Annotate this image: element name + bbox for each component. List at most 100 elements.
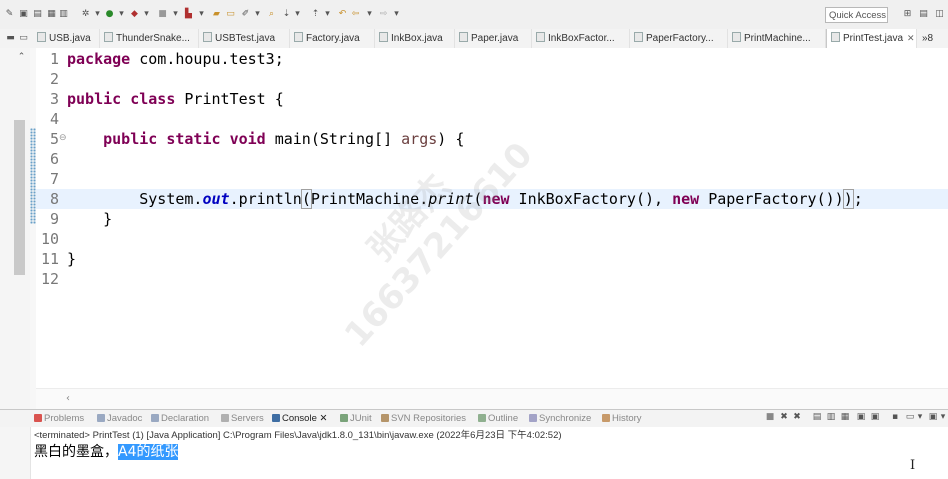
print-icon[interactable]: ▤ xyxy=(32,9,43,20)
open-console-icon[interactable]: ▣ xyxy=(928,412,938,422)
line-number: 7 xyxy=(49,170,59,188)
pin-console-icon[interactable]: ▪ xyxy=(890,412,900,422)
java-file-icon xyxy=(732,32,741,42)
dropdown-arrow-icon[interactable]: ▾ xyxy=(292,9,303,20)
scroll-left-icon[interactable]: ‹ xyxy=(66,393,70,404)
search-icon[interactable]: ⌕ xyxy=(266,9,277,20)
dropdown-arrow-icon[interactable]: ▾ xyxy=(915,412,925,422)
dropdown-arrow-icon[interactable]: ▾ xyxy=(116,9,127,20)
tab-outline[interactable]: Outline xyxy=(478,410,518,428)
left-scrollbar-thumb[interactable] xyxy=(14,120,25,275)
java-file-icon xyxy=(104,32,113,42)
java-file-icon xyxy=(294,32,303,42)
folder-icon[interactable]: ▭ xyxy=(225,9,236,20)
back-history-icon[interactable]: ⇦ xyxy=(350,9,361,20)
chevron-up-icon[interactable]: ⌃ xyxy=(16,52,27,63)
dropdown-arrow-icon[interactable]: ▾ xyxy=(92,9,103,20)
maximize-icon[interactable]: ▭ xyxy=(18,33,29,44)
close-view-icon[interactable]: ✕ xyxy=(320,413,328,424)
dropdown-arrow-icon[interactable]: ▾ xyxy=(196,9,207,20)
tab-declaration[interactable]: Declaration xyxy=(151,410,209,428)
tab-synchronize[interactable]: Synchronize xyxy=(529,410,591,428)
console-output[interactable]: 黑白的墨盒，A4的纸张 xyxy=(34,443,179,462)
view-tab-label: SVN Repositories xyxy=(391,413,466,424)
javadoc-icon xyxy=(97,414,105,422)
next-annotation-icon[interactable]: ⇣ xyxy=(281,9,292,20)
tab-svn-repositories[interactable]: SVN Repositories xyxy=(381,410,466,428)
dropdown-arrow-icon[interactable]: ▾ xyxy=(252,9,263,20)
java-file-icon xyxy=(37,32,46,42)
tab-usb-java[interactable]: USB.java xyxy=(33,29,100,48)
terminate-icon[interactable]: ■ xyxy=(765,412,775,422)
code-text: .println xyxy=(229,190,302,208)
dropdown-arrow-icon[interactable]: ▾ xyxy=(141,9,152,20)
matching-bracket: ) xyxy=(842,189,854,209)
save-all-icon[interactable]: ▥ xyxy=(58,9,69,20)
open-type-icon[interactable]: ▰ xyxy=(211,9,222,20)
java-ee-perspective-icon[interactable]: ▤ xyxy=(918,9,929,20)
remove-all-icon[interactable]: ✖ xyxy=(792,412,802,422)
remove-launch-icon[interactable]: ✖ xyxy=(779,412,789,422)
tab-usbtest-java[interactable]: USBTest.java xyxy=(199,29,290,48)
line-number: 5 xyxy=(49,130,59,148)
stop-icon[interactable]: ■ xyxy=(157,9,168,20)
tab-servers[interactable]: Servers xyxy=(221,410,264,428)
fold-toggle-icon[interactable]: ⊖ xyxy=(59,133,67,143)
close-tab-icon[interactable]: ✕ xyxy=(907,29,915,48)
tab-thundersnake[interactable]: ThunderSnake... xyxy=(100,29,199,48)
new-icon[interactable]: ▦ xyxy=(46,9,57,20)
dropdown-arrow-icon[interactable]: ▾ xyxy=(938,412,948,422)
tab-printmachine[interactable]: PrintMachine... xyxy=(728,29,826,48)
tab-paper-java[interactable]: Paper.java xyxy=(455,29,532,48)
pin-icon[interactable]: ✐ xyxy=(240,9,251,20)
tab-history[interactable]: History xyxy=(602,410,642,428)
back-icon[interactable]: ↶ xyxy=(337,9,348,20)
tab-junit[interactable]: JUnit xyxy=(340,410,372,428)
save-icon[interactable]: ▣ xyxy=(18,9,29,20)
main-toolbar: ✎ ▣ ▤ ▦ ▥ ✲ ▾ ● ▾ ◆ ▾ ■ ▾ ▙ ▾ ▰ ▭ ✐ ▾ ⌕ … xyxy=(0,0,948,30)
tab-label: USB.java xyxy=(49,33,91,44)
open-perspective-icon[interactable]: ⊞ xyxy=(902,9,913,20)
view-tab-label: JUnit xyxy=(350,413,372,424)
tab-javadoc[interactable]: Javadoc xyxy=(97,410,142,428)
tabs-overflow-button[interactable]: »8 xyxy=(918,29,948,48)
scroll-lock-icon[interactable]: ▥ xyxy=(826,412,836,422)
junit-icon xyxy=(340,414,348,422)
dropdown-arrow-icon[interactable]: ▾ xyxy=(170,9,181,20)
tab-printtest-java[interactable]: PrintTest.java ✕ xyxy=(826,29,917,48)
tab-console[interactable]: Console ✕ xyxy=(272,410,327,428)
tab-factory-java[interactable]: Factory.java xyxy=(290,29,375,48)
debug-icon[interactable]: ✲ xyxy=(80,9,91,20)
line-number: 8 xyxy=(49,190,59,208)
editor-horizontal-scrollbar[interactable]: ‹ xyxy=(36,388,948,410)
tab-label: InkBox.java xyxy=(391,33,443,44)
show-on-error-icon[interactable]: ▣ xyxy=(870,412,880,422)
tab-problems[interactable]: Problems xyxy=(34,410,84,428)
show-on-output-icon[interactable]: ▣ xyxy=(856,412,866,422)
minimize-icon[interactable]: ▬ xyxy=(5,33,16,44)
forward-icon[interactable]: ⇨ xyxy=(378,9,389,20)
console-view[interactable]: <terminated> PrintTest (1) [Java Applica… xyxy=(0,427,948,479)
java-file-icon xyxy=(379,32,388,42)
word-wrap-icon[interactable]: ▦ xyxy=(840,412,850,422)
java-perspective-icon[interactable]: ◫ xyxy=(934,9,945,20)
run-icon[interactable]: ● xyxy=(104,9,115,20)
pencil-icon[interactable]: ✎ xyxy=(4,9,15,20)
synchronize-icon xyxy=(529,414,537,422)
clear-console-icon[interactable]: ▤ xyxy=(812,412,822,422)
prev-annotation-icon[interactable]: ⇡ xyxy=(310,9,321,20)
quick-access-input[interactable]: Quick Access xyxy=(825,7,888,23)
code-text: PaperFactory()) xyxy=(699,190,844,208)
svn-icon xyxy=(381,414,389,422)
keyword: void xyxy=(229,130,266,148)
dropdown-arrow-icon[interactable]: ▾ xyxy=(364,9,375,20)
tab-paperfactory[interactable]: PaperFactory... xyxy=(630,29,728,48)
run-menu-icon[interactable]: ◆ xyxy=(129,9,140,20)
dropdown-arrow-icon[interactable]: ▾ xyxy=(391,9,402,20)
display-console-icon[interactable]: ▭ xyxy=(905,412,915,422)
dropdown-arrow-icon[interactable]: ▾ xyxy=(322,9,333,20)
build-icon[interactable]: ▙ xyxy=(183,9,194,20)
tab-inkbox-java[interactable]: InkBox.java xyxy=(375,29,455,48)
tab-inkboxfactory[interactable]: InkBoxFactor... xyxy=(532,29,630,48)
java-file-icon xyxy=(634,32,643,42)
